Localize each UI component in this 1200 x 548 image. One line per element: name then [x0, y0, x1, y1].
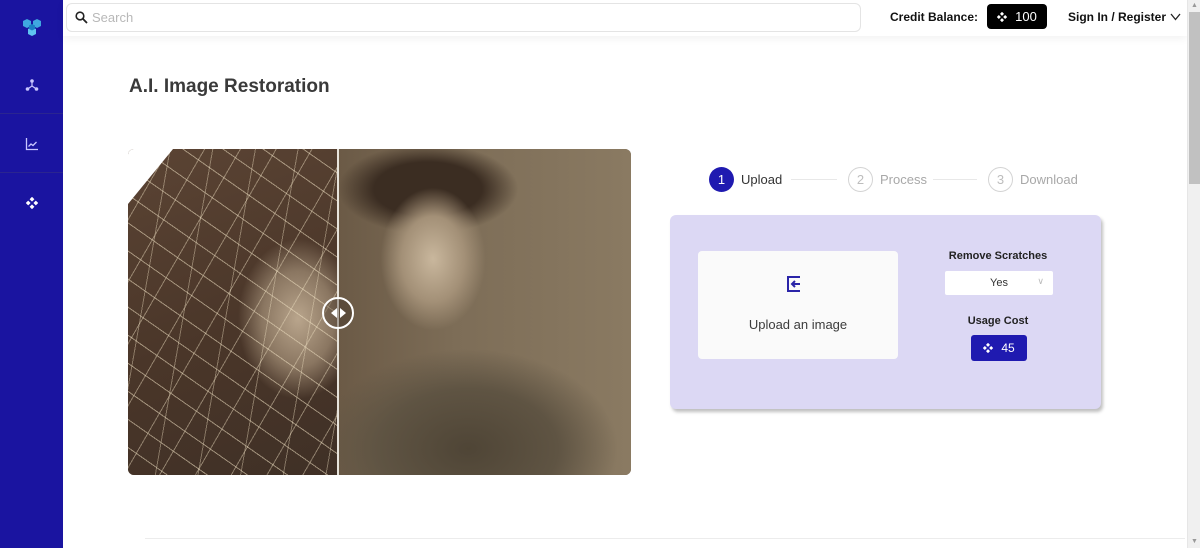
cubes-logo-icon — [22, 19, 41, 36]
page-title: A.I. Image Restoration — [129, 76, 330, 97]
diamond-dots-icon — [25, 197, 38, 209]
network-nodes-icon — [25, 78, 38, 91]
sign-in-register-button[interactable]: Sign In / Register — [1068, 10, 1181, 24]
before-after-comparison[interactable] — [128, 149, 631, 475]
comparison-slider-handle[interactable] — [322, 297, 354, 329]
remove-scratches-value: Yes — [990, 277, 1008, 289]
scroll-up-arrow-icon[interactable]: ▲ — [1188, 0, 1200, 12]
arrow-right-icon — [339, 308, 346, 318]
upload-dropzone[interactable]: Upload an image — [698, 251, 898, 359]
sidebar-item-network[interactable] — [0, 56, 63, 114]
remove-scratches-label: Remove Scratches — [948, 250, 1048, 262]
chevron-down-icon: ∨ — [1037, 276, 1044, 286]
remove-scratches-select[interactable]: Yes ∨ — [945, 271, 1053, 295]
top-bar: Credit Balance: 100 Sign In / Register — [63, 0, 1187, 36]
sidebar-item-analytics[interactable] — [0, 115, 63, 173]
page-scrollbar[interactable]: ▲ ▼ — [1187, 0, 1200, 548]
arrow-left-icon — [330, 308, 337, 318]
upload-import-icon — [787, 276, 800, 292]
progress-steps: 1 Upload 2 Process 3 Download — [709, 167, 1089, 193]
usage-cost-value: 45 — [1001, 341, 1015, 355]
step-upload: 1 Upload — [709, 167, 782, 192]
credit-balance-value: 100 — [1015, 9, 1037, 24]
sidebar — [0, 0, 63, 548]
after-image-restored — [338, 149, 631, 475]
section-divider — [145, 538, 1185, 539]
step-number: 2 — [848, 167, 873, 192]
credit-balance-badge: 100 — [987, 4, 1047, 29]
step-label: Upload — [741, 172, 783, 187]
usage-cost-badge: 45 — [971, 335, 1027, 361]
credit-balance-label: Credit Balance: — [890, 10, 979, 24]
step-number: 1 — [709, 167, 734, 192]
logo[interactable] — [0, 0, 63, 56]
torn-corner — [128, 149, 173, 204]
search-box[interactable] — [66, 3, 861, 32]
step-process: 2 Process — [848, 167, 927, 192]
usage-cost-label: Usage Cost — [967, 315, 1029, 327]
diamond-dots-icon — [983, 343, 994, 353]
search-icon — [75, 11, 88, 24]
step-connector — [933, 179, 977, 180]
upload-panel: Upload an image Remove Scratches Yes ∨ U… — [670, 215, 1101, 409]
diamond-dots-icon — [997, 11, 1008, 22]
step-label: Process — [880, 172, 927, 187]
step-download: 3 Download — [988, 167, 1078, 192]
line-chart-icon — [25, 137, 38, 150]
step-label: Download — [1020, 172, 1078, 187]
scroll-down-arrow-icon[interactable]: ▼ — [1188, 536, 1200, 548]
upload-label: Upload an image — [748, 317, 848, 332]
search-input[interactable] — [92, 10, 792, 25]
sidebar-item-credits[interactable] — [0, 174, 63, 232]
sign-in-register-label: Sign In / Register — [1068, 10, 1167, 24]
scroll-thumb[interactable] — [1189, 12, 1200, 184]
step-number: 3 — [988, 167, 1013, 192]
step-connector — [791, 179, 837, 180]
chevron-down-icon — [1170, 13, 1181, 21]
